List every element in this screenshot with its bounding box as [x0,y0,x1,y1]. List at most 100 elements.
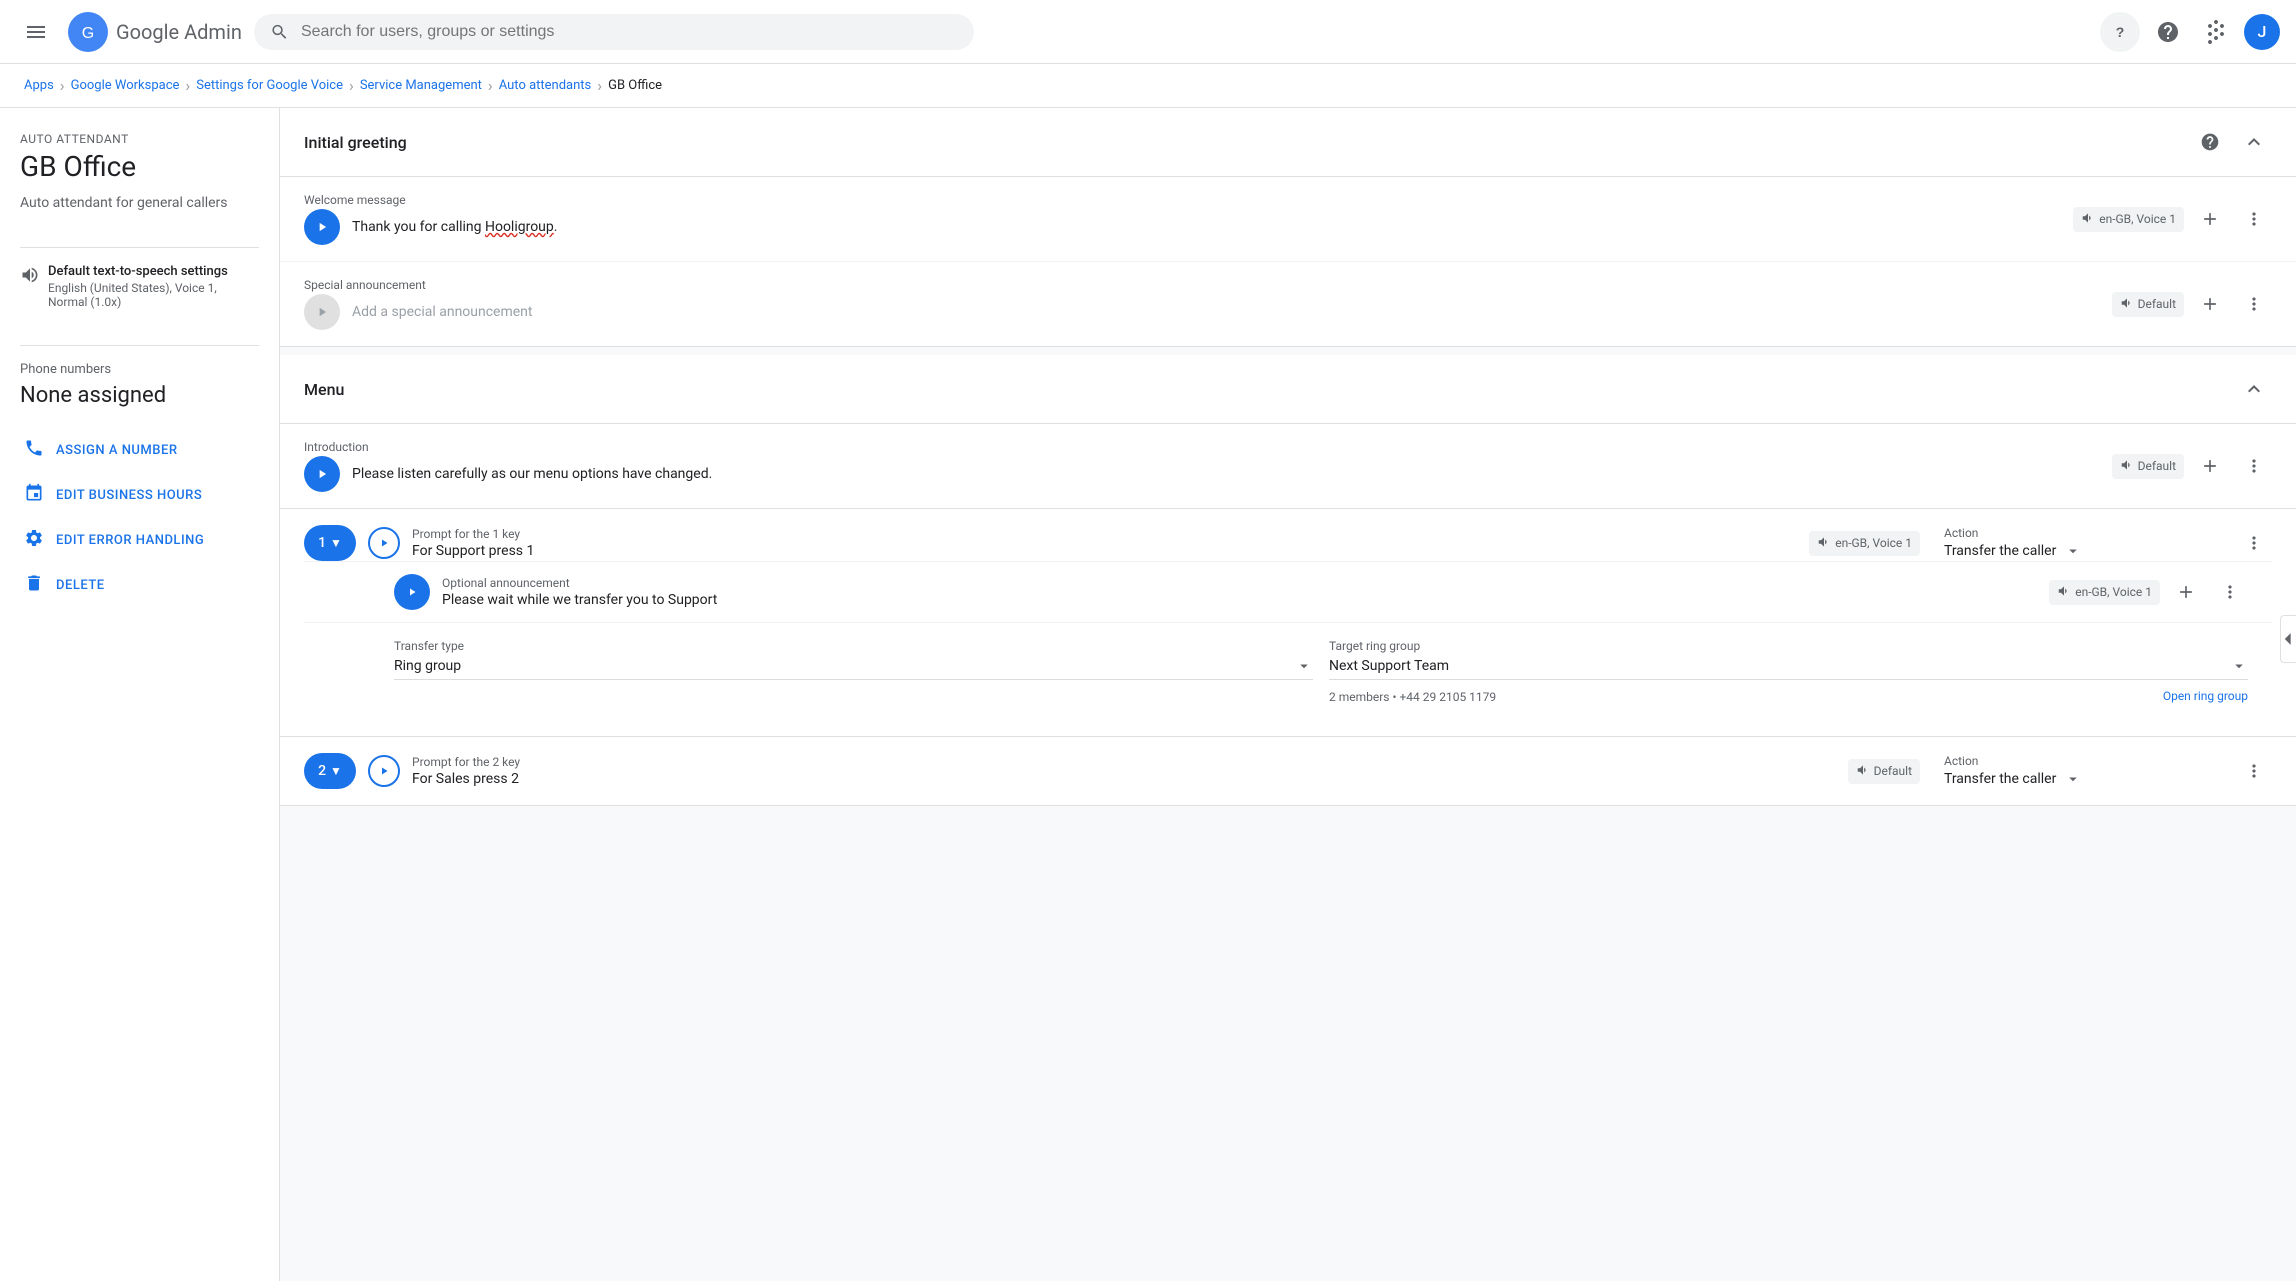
key-1-voice-icon [1817,535,1831,552]
key-1-open-ring-group-link[interactable]: Open ring group [2163,689,2248,703]
breadcrumb-auto-attendants[interactable]: Auto attendants [499,78,592,93]
initial-greeting-collapse-button[interactable] [2236,124,2272,160]
sidebar: Auto attendant GB Office Auto attendant … [0,108,280,1281]
breadcrumb-google-workspace[interactable]: Google Workspace [71,78,180,93]
welcome-message-add-button[interactable] [2192,201,2228,237]
key-1-voice-badge: en-GB, Voice 1 [1809,531,1920,556]
assign-number-action[interactable]: ASSIGN A NUMBER [20,428,259,473]
breadcrumb-sep-5: › [597,76,602,95]
key-1-target-ring-group-value-row: Next Support Team [1329,657,2248,680]
key-2-main-row: 2 ▼ Prompt for the 2 key For Sales press… [304,753,2272,789]
intro-voice-icon [2120,458,2134,475]
key-1-badge[interactable]: 1 ▼ [304,525,356,561]
hamburger-menu-button[interactable] [16,12,56,52]
key-2-number: 2 [318,763,326,779]
key-1-optional-add-button[interactable] [2168,574,2204,610]
special-announcement-row: Special announcement Add a special annou… [280,262,2296,346]
key-2-voice-label: Default [1874,764,1912,778]
special-announcement-add-button[interactable] [2192,286,2228,322]
key-1-number: 1 [318,535,326,551]
calendar-icon [24,483,44,508]
edit-error-handling-label: EDIT ERROR HANDLING [56,533,204,548]
google-admin-logo: G Google Admin [68,12,242,52]
key-1-prompt-text: For Support press 1 [412,543,1797,559]
edit-error-handling-action[interactable]: EDIT ERROR HANDLING [20,518,259,563]
menu-collapse-button[interactable] [2236,371,2272,407]
special-voice-badge: Default [2112,292,2184,317]
key-1-transfer-row: Transfer type Ring group Target ring gro… [304,622,2272,720]
edit-business-hours-label: EDIT BUSINESS HOURS [56,488,202,503]
key-1-optional-label: Optional announcement [442,576,2037,590]
key-2-play-button[interactable] [368,755,400,787]
key-2-prompt-area: Prompt for the 2 key For Sales press 2 [412,755,1836,787]
key-1-action-chevron[interactable] [2064,542,2082,560]
special-announcement-play-button[interactable] [304,294,340,330]
key-1-voice-label: en-GB, Voice 1 [1835,536,1912,550]
initial-greeting-help-button[interactable] [2192,124,2228,160]
welcome-message-more-button[interactable] [2236,201,2272,237]
key-1-optional-voice-label: en-GB, Voice 1 [2075,585,2152,599]
sidebar-subtitle: Auto attendant for general callers [20,195,259,211]
introduction-actions: Default [2112,448,2272,484]
app-title: Google Admin [116,20,242,44]
key-1-play-button[interactable] [368,527,400,559]
sidebar-tts-content: Default text-to-speech settings English … [48,264,259,309]
phone-icon [24,438,44,463]
delete-action[interactable]: DELETE [20,563,259,608]
key-1-optional-more-button[interactable] [2212,574,2248,610]
top-nav: G Google Admin ? J [0,0,2296,64]
welcome-message-label: Welcome message [304,193,2061,207]
introduction-play-button[interactable] [304,456,340,492]
key-2-action-chevron[interactable] [2064,770,2082,788]
menu-header[interactable]: Menu [280,355,2296,424]
initial-greeting-section: Initial greeting [280,108,2296,347]
introduction-more-button[interactable] [2236,448,2272,484]
breadcrumb-apps[interactable]: Apps [24,78,54,93]
introduction-voice-badge: Default [2112,454,2184,479]
search-input[interactable] [301,23,958,41]
key-1-transfer-type-dropdown[interactable] [1295,657,1313,675]
delete-label: DELETE [56,578,105,593]
main-layout: Auto attendant GB Office Auto attendant … [0,108,2296,1281]
key-1-dropdown-arrow: ▼ [330,536,342,550]
edit-business-hours-action[interactable]: EDIT BUSINESS HOURS [20,473,259,518]
key-2-badge[interactable]: 2 ▼ [304,753,356,789]
key-2-action-label: Action [1944,754,2224,768]
sidebar-divider-1 [20,247,259,248]
key-1-prompt-label: Prompt for the 1 key [412,527,1797,541]
voice-icon [2081,211,2095,228]
help-button[interactable] [2148,12,2188,52]
right-panel-collapse-handle[interactable] [2280,615,2296,663]
apps-grid-button[interactable] [2196,12,2236,52]
sidebar-tts: Default text-to-speech settings English … [20,264,259,309]
key-1-more-button[interactable] [2236,525,2272,561]
search-bar[interactable] [254,14,974,50]
user-avatar[interactable]: J [2244,14,2280,50]
key-1-optional-play-button[interactable] [394,574,430,610]
initial-greeting-header[interactable]: Initial greeting [280,108,2296,177]
introduction-add-button[interactable] [2192,448,2228,484]
key-1-prompt-area: Prompt for the 1 key For Support press 1 [412,527,1797,559]
key-1-block: 1 ▼ Prompt for the 1 key For Support pre… [280,509,2296,737]
special-announcement-more-button[interactable] [2236,286,2272,322]
key-1-main-row: 1 ▼ Prompt for the 1 key For Support pre… [304,525,2272,561]
breadcrumb-settings-voice[interactable]: Settings for Google Voice [196,78,343,93]
special-voice-icon [2120,296,2134,313]
breadcrumb-service-management[interactable]: Service Management [360,78,482,93]
initial-greeting-title: Initial greeting [304,133,407,152]
key-2-action-select: Transfer the caller [1944,770,2224,788]
help-support-button[interactable]: ? [2100,12,2140,52]
key-1-optional-voice-badge: en-GB, Voice 1 [2049,580,2160,605]
search-icon [270,22,289,42]
key-1-target-ring-group-dropdown[interactable] [2230,657,2248,675]
breadcrumb-sep-2: › [185,76,190,95]
key-2-voice-badge: Default [1848,759,1920,784]
key-2-more-button[interactable] [2236,753,2272,789]
key-2-dropdown-arrow: ▼ [330,764,342,778]
introduction-label: Introduction [304,440,2100,454]
key-1-transfer-type: Transfer type Ring group [394,639,1313,704]
menu-section: Menu Introduction [280,355,2296,806]
key-1-target-ring-group-sub: 2 members • +44 29 2105 1179 [1329,690,1496,704]
welcome-message-play-button[interactable] [304,209,340,245]
key-1-transfer-type-value: Ring group [394,658,1287,674]
